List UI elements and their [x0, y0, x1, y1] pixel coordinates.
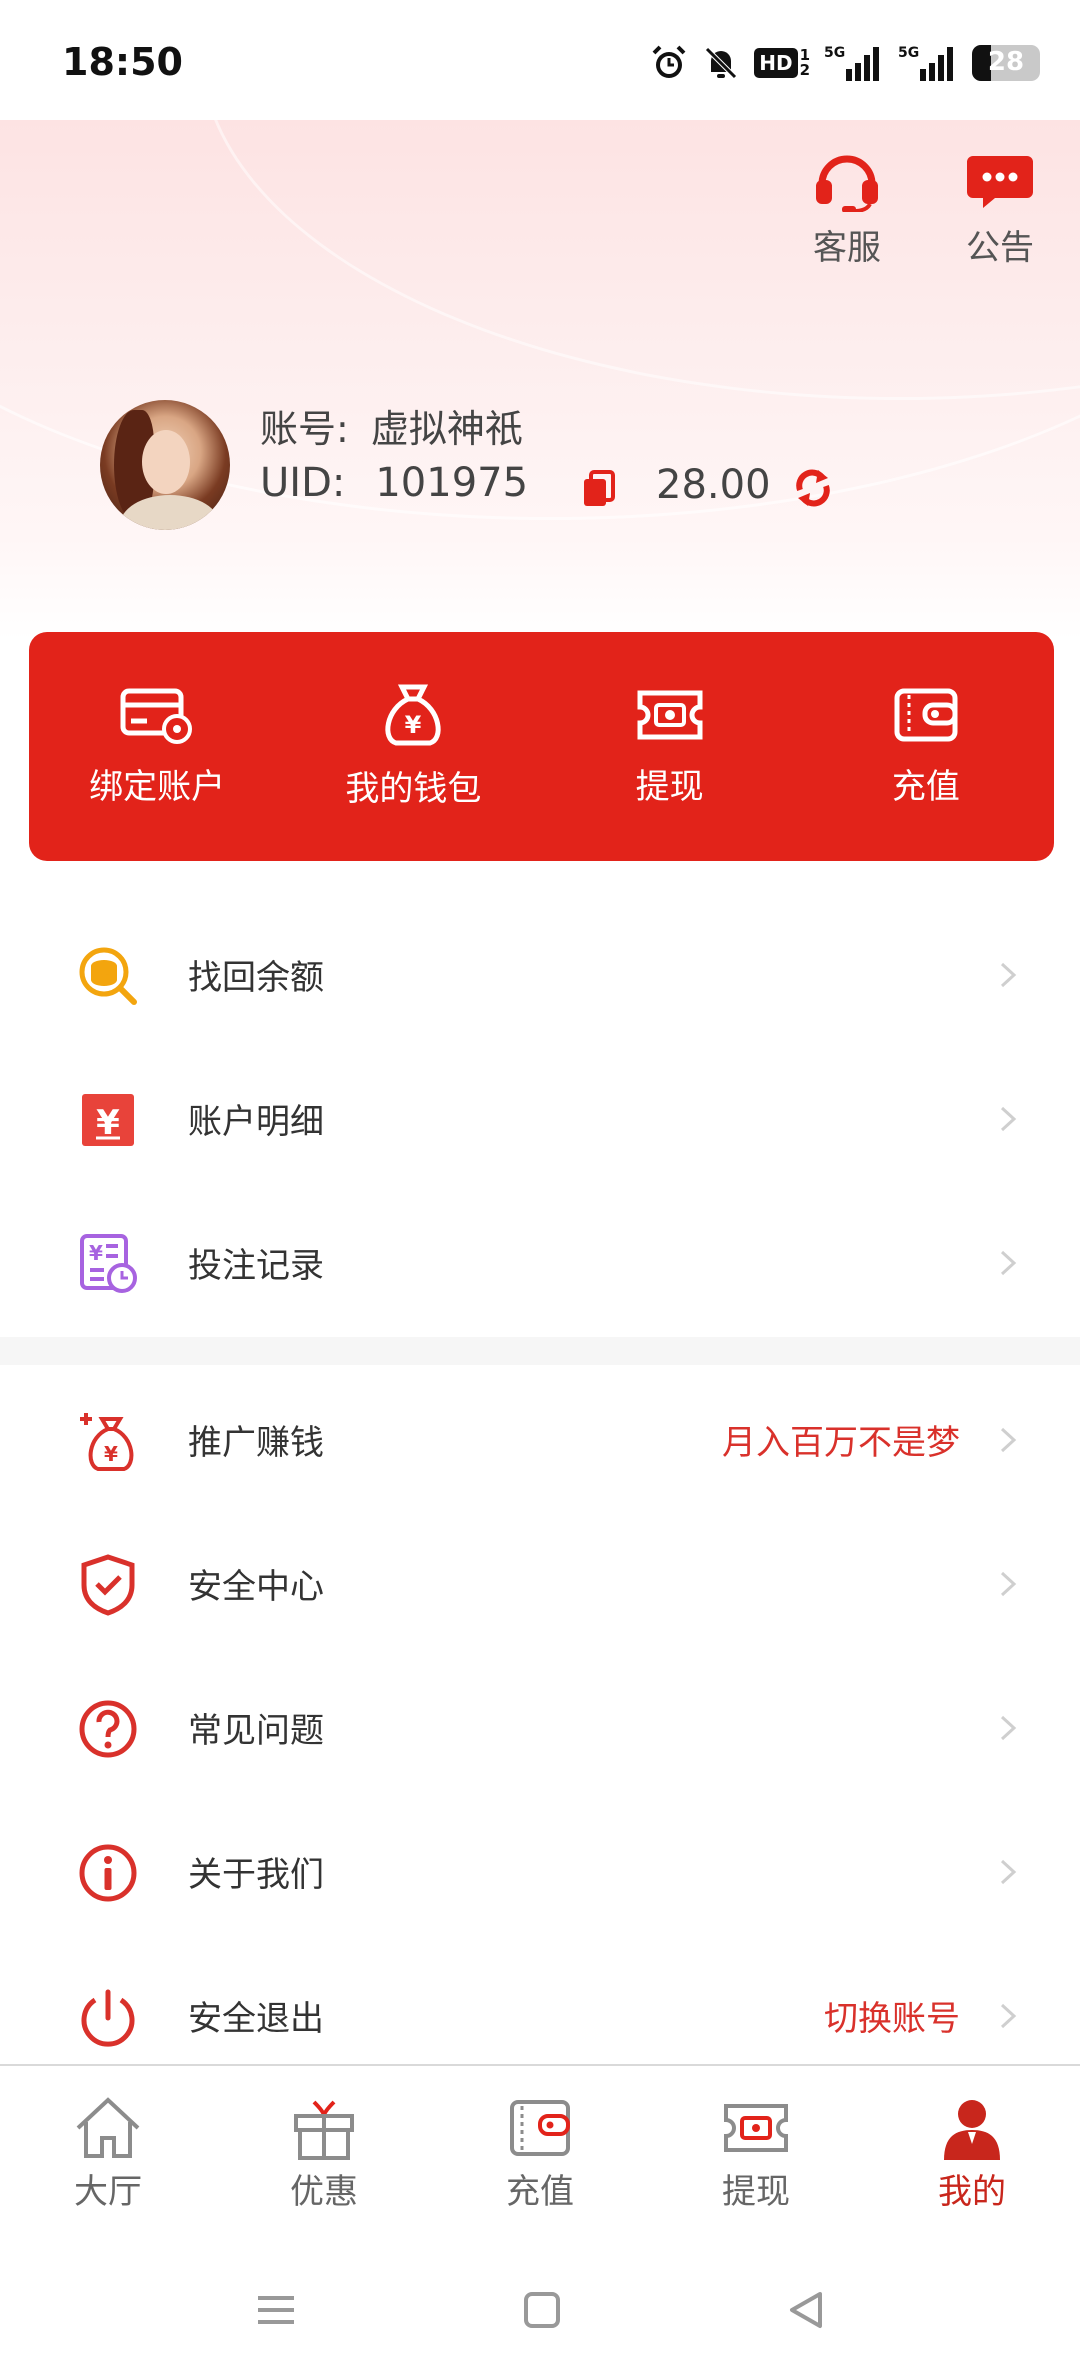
- menu-item-label: 账户明细: [188, 1101, 324, 1142]
- menu-group-2: ¥ 推广赚钱 月入百万不是梦 安全中心 常见问题 关于我们 安全退出 切换账号: [0, 1367, 1080, 2087]
- menu-item-recover-balance[interactable]: 找回余额: [0, 902, 1080, 1046]
- chevron-right-icon: [1000, 1715, 1017, 1741]
- battery-icon: 28: [972, 45, 1040, 81]
- withdraw-icon: [724, 2104, 788, 2152]
- menu-item-label: 投注记录: [188, 1245, 324, 1286]
- promotion-hint: 月入百万不是梦: [722, 1422, 960, 1463]
- tab-promotions[interactable]: 优惠: [216, 2066, 432, 2250]
- svg-text:5G: 5G: [824, 45, 845, 61]
- system-nav-bar: [0, 2250, 1080, 2376]
- menu-item-label: 安全中心: [188, 1566, 324, 1607]
- profile-header: 客服 公告 账号: 虚拟神祇 UID: 101975 28.00: [0, 120, 1080, 640]
- bottom-nav: 大厅 优惠 充值 提现 我的: [0, 2064, 1080, 2250]
- chevron-right-icon: [1000, 1859, 1017, 1885]
- bet-record-icon: ¥: [76, 1232, 140, 1296]
- alarm-icon: [650, 44, 688, 82]
- announcement-button[interactable]: 公告: [950, 150, 1050, 269]
- withdraw-quick-button[interactable]: 提现: [570, 685, 770, 808]
- yuan-document-icon: ¥: [76, 1088, 140, 1152]
- menu-icon[interactable]: [256, 2290, 296, 2330]
- copy-icon[interactable]: [582, 470, 616, 512]
- card-settings-icon: [120, 688, 193, 744]
- my-wallet-label: 我的钱包: [345, 769, 482, 809]
- question-icon: [76, 1697, 140, 1761]
- svg-text:5G: 5G: [898, 45, 919, 61]
- wallet-icon: [894, 688, 958, 742]
- tab-label: 我的: [938, 2172, 1006, 2212]
- status-bar: 18:50 HD 12 5G 5G 28: [0, 0, 1080, 120]
- home-icon: [76, 2097, 140, 2158]
- menu-item-bet-records[interactable]: ¥ 投注记录: [0, 1190, 1080, 1334]
- home-button-icon[interactable]: [522, 2290, 562, 2330]
- menu-item-account-details[interactable]: ¥ 账户明细: [0, 1046, 1080, 1190]
- refresh-icon[interactable]: [792, 468, 834, 512]
- menu-item-label: 找回余额: [188, 957, 324, 998]
- balance-amount: 28.00: [656, 462, 771, 508]
- customer-service-button[interactable]: 客服: [797, 150, 897, 269]
- tab-mine[interactable]: 我的: [864, 2066, 1080, 2250]
- tab-label: 大厅: [74, 2172, 142, 2212]
- tab-recharge[interactable]: 充值: [432, 2066, 648, 2250]
- hd-icon: HD 12: [754, 48, 810, 78]
- signal-icon: 5G: [824, 43, 884, 83]
- section-divider: [0, 1337, 1080, 1365]
- status-time: 18:50: [62, 40, 183, 84]
- bind-account-button[interactable]: 绑定账户: [57, 685, 257, 808]
- customer-service-label: 客服: [813, 228, 881, 268]
- svg-text:¥: ¥: [104, 1442, 118, 1466]
- tab-withdraw[interactable]: 提现: [648, 2066, 864, 2250]
- signal-icon-2: 5G: [898, 43, 958, 83]
- bind-account-label: 绑定账户: [89, 767, 226, 807]
- promotion-money-icon: ¥: [76, 1409, 140, 1473]
- announcement-label: 公告: [966, 228, 1034, 268]
- coin-search-icon: [76, 944, 140, 1008]
- tab-label: 优惠: [290, 2172, 358, 2212]
- svg-text:¥: ¥: [405, 711, 422, 739]
- mute-bell-icon: [702, 44, 740, 82]
- menu-item-about-us[interactable]: 关于我们: [0, 1799, 1080, 1943]
- recharge-quick-label: 充值: [891, 767, 960, 807]
- chat-bubble-icon: [967, 156, 1033, 208]
- shield-check-icon: [76, 1553, 140, 1617]
- status-icons: HD 12 5G 5G 28: [650, 38, 1040, 88]
- back-icon[interactable]: [786, 2290, 826, 2330]
- chevron-right-icon: [1000, 1427, 1017, 1453]
- chevron-right-icon: [1000, 962, 1017, 988]
- switch-account-link[interactable]: 切换账号: [824, 1991, 960, 2040]
- account-name: 账号: 虚拟神祇: [260, 407, 523, 451]
- withdraw-ticket-icon: [637, 690, 703, 740]
- quick-actions-bar: 绑定账户 ¥ 我的钱包 提现 充值: [29, 632, 1054, 861]
- money-bag-icon: ¥: [385, 684, 441, 746]
- svg-text:¥: ¥: [89, 1241, 103, 1265]
- menu-item-label: 关于我们: [188, 1854, 324, 1895]
- tab-lobby[interactable]: 大厅: [0, 2066, 216, 2250]
- menu-item-label: 常见问题: [188, 1710, 324, 1751]
- chevron-right-icon: [1000, 1571, 1017, 1597]
- gift-icon: [294, 2100, 354, 2160]
- user-icon: [944, 2100, 1000, 2160]
- tab-label: 充值: [506, 2172, 574, 2212]
- chevron-right-icon: [1000, 1106, 1017, 1132]
- menu-item-label: 安全退出: [188, 1998, 324, 2039]
- menu-group-1: 找回余额 ¥ 账户明细 ¥ 投注记录: [0, 902, 1080, 1334]
- menu-item-faq[interactable]: 常见问题: [0, 1655, 1080, 1799]
- my-wallet-button[interactable]: ¥ 我的钱包: [313, 683, 513, 810]
- menu-item-label: 推广赚钱: [188, 1422, 324, 1463]
- tab-label: 提现: [722, 2172, 790, 2212]
- withdraw-quick-label: 提现: [635, 767, 704, 807]
- menu-item-security-center[interactable]: 安全中心: [0, 1511, 1080, 1655]
- headset-icon: [816, 155, 878, 214]
- recharge-quick-button[interactable]: 充值: [826, 685, 1026, 808]
- menu-item-promotion[interactable]: ¥ 推广赚钱 月入百万不是梦: [0, 1367, 1080, 1511]
- chevron-right-icon: [1000, 1250, 1017, 1276]
- uid-text: UID: 101975: [260, 460, 529, 506]
- chevron-right-icon: [1000, 2003, 1017, 2029]
- avatar[interactable]: [100, 400, 230, 530]
- info-icon: [76, 1841, 140, 1905]
- power-icon: [76, 1985, 140, 2049]
- wallet-icon: [510, 2100, 570, 2156]
